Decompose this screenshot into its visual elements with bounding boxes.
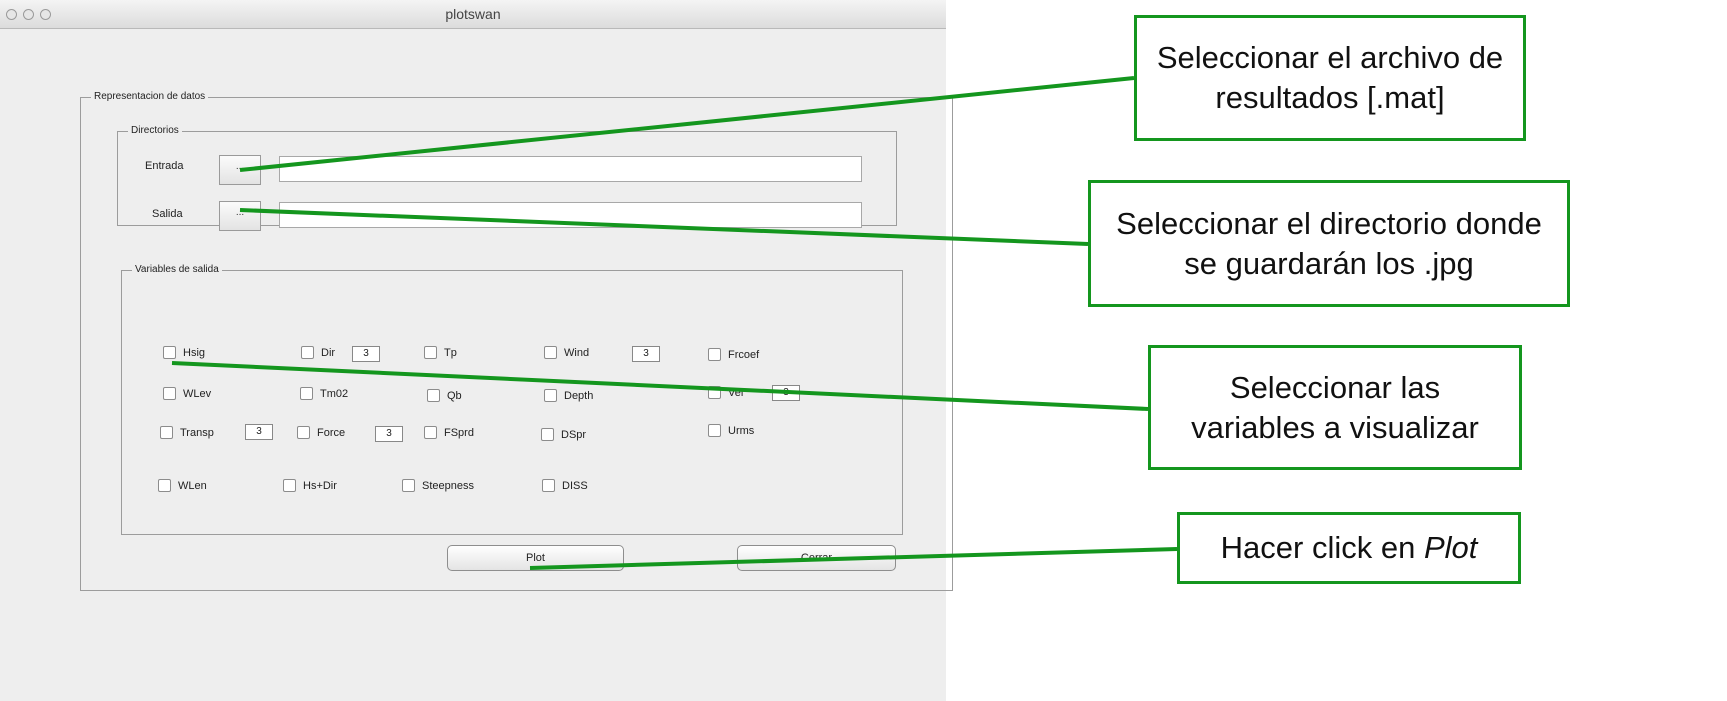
checkbox-hsig[interactable]: Hsig: [163, 346, 205, 359]
checkbox-label: Hsig: [183, 346, 206, 359]
plot-button[interactable]: Plot: [447, 545, 624, 571]
callout-directorio: Seleccionar el directorio donde se guard…: [1088, 180, 1570, 307]
variables-legend: Variables de salida: [132, 263, 222, 277]
callout-plot: Hacer click en Plot: [1177, 512, 1521, 584]
checkbox-label: Transp: [180, 426, 214, 439]
checkbox-label: Vel: [728, 386, 744, 399]
callout-plot-prefix: Hacer click en: [1220, 530, 1424, 566]
checkbox-box[interactable]: [158, 479, 171, 492]
dir-number-field[interactable]: 3: [352, 346, 380, 362]
checkbox-label: Qb: [447, 389, 462, 402]
cerrar-button[interactable]: Cerrar: [737, 545, 896, 571]
entrada-path-field[interactable]: [279, 156, 862, 182]
checkbox-urms[interactable]: Urms: [708, 424, 754, 437]
salida-label: Salida: [152, 208, 183, 220]
title-bar: plotswan: [0, 0, 946, 29]
variables-panel: Variables de salida: [121, 263, 903, 535]
callout-plot-word: Plot: [1423, 530, 1478, 566]
plotswan-window: plotswan Representacion de datos Directo…: [0, 0, 953, 701]
checkbox-vel[interactable]: Vel: [708, 386, 743, 399]
checkbox-dir[interactable]: Dir: [301, 346, 335, 359]
checkbox-box[interactable]: [708, 386, 721, 399]
callout-archivo-text: Seleccionar el archivo de resultados [.m…: [1156, 40, 1504, 115]
checkbox-box[interactable]: [163, 387, 176, 400]
representacion-legend: Representacion de datos: [91, 90, 209, 104]
checkbox-wind[interactable]: Wind: [544, 346, 589, 359]
checkbox-box[interactable]: [297, 426, 310, 439]
checkbox-force[interactable]: Force: [297, 426, 345, 439]
checkbox-box[interactable]: [424, 426, 437, 439]
checkbox-box[interactable]: [160, 426, 173, 439]
checkbox-diss[interactable]: DISS: [542, 479, 588, 492]
checkbox-label: Depth: [564, 389, 594, 402]
checkbox-frcoef[interactable]: Frcoef: [708, 348, 759, 361]
checkbox-box[interactable]: [544, 346, 557, 359]
entrada-browse-button[interactable]: ...: [219, 155, 261, 185]
checkbox-label: Urms: [728, 424, 755, 437]
callout-directorio-text: Seleccionar el directorio donde se guard…: [1116, 205, 1542, 281]
checkbox-box[interactable]: [301, 346, 314, 359]
checkbox-box[interactable]: [163, 346, 176, 359]
checkbox-transp[interactable]: Transp: [160, 426, 214, 439]
transp-number-field[interactable]: 3: [245, 424, 273, 440]
checkbox-depth[interactable]: Depth: [544, 389, 593, 402]
checkbox-label: Frcoef: [728, 348, 760, 361]
vel-number-field[interactable]: 3: [772, 385, 800, 401]
checkbox-label: DISS: [562, 479, 588, 492]
checkbox-box[interactable]: [424, 346, 437, 359]
window-title: plotswan: [445, 6, 501, 22]
checkbox-box[interactable]: [708, 348, 721, 361]
checkbox-hs-dir[interactable]: Hs+Dir: [283, 479, 337, 492]
checkbox-label: FSprd: [444, 426, 474, 439]
checkbox-label: Hs+Dir: [303, 479, 337, 492]
callout-variables-text: Seleccionar las variables a visualizar: [1191, 369, 1479, 445]
checkbox-label: WLen: [178, 479, 207, 492]
callout-archivo: Seleccionar el archivo de resultados [.m…: [1134, 15, 1526, 141]
checkbox-label: Tp: [444, 346, 457, 359]
checkbox-label: Dir: [321, 346, 336, 359]
directorios-legend: Directorios: [128, 124, 182, 138]
checkbox-box[interactable]: [542, 479, 555, 492]
checkbox-label: Wind: [564, 346, 590, 359]
checkbox-steepness[interactable]: Steepness: [402, 479, 474, 492]
checkbox-box[interactable]: [541, 428, 554, 441]
checkbox-qb[interactable]: Qb: [427, 389, 462, 402]
checkbox-wlev[interactable]: WLev: [163, 387, 211, 400]
wind-number-field[interactable]: 3: [632, 346, 660, 362]
checkbox-box[interactable]: [283, 479, 296, 492]
checkbox-label: DSpr: [561, 428, 587, 441]
checkbox-label: Steepness: [422, 479, 474, 492]
callout-variables: Seleccionar las variables a visualizar: [1148, 345, 1522, 470]
checkbox-tp[interactable]: Tp: [424, 346, 457, 359]
checkbox-label: Tm02: [320, 387, 349, 400]
checkbox-box[interactable]: [708, 424, 721, 437]
checkbox-box[interactable]: [402, 479, 415, 492]
checkbox-fsprd[interactable]: FSprd: [424, 426, 474, 439]
checkbox-box[interactable]: [544, 389, 557, 402]
checkbox-dspr[interactable]: DSpr: [541, 428, 586, 441]
checkbox-label: WLev: [183, 387, 212, 400]
checkbox-box[interactable]: [427, 389, 440, 402]
salida-path-field[interactable]: [279, 202, 862, 228]
force-number-field[interactable]: 3: [375, 426, 403, 442]
checkbox-wlen[interactable]: WLen: [158, 479, 207, 492]
salida-browse-button[interactable]: ...: [219, 201, 261, 231]
entrada-label: Entrada: [145, 160, 184, 172]
checkbox-tm02[interactable]: Tm02: [300, 387, 348, 400]
callout-plot-text: Hacer click en Plot: [1221, 528, 1478, 568]
checkbox-label: Force: [317, 426, 346, 439]
checkbox-box[interactable]: [300, 387, 313, 400]
